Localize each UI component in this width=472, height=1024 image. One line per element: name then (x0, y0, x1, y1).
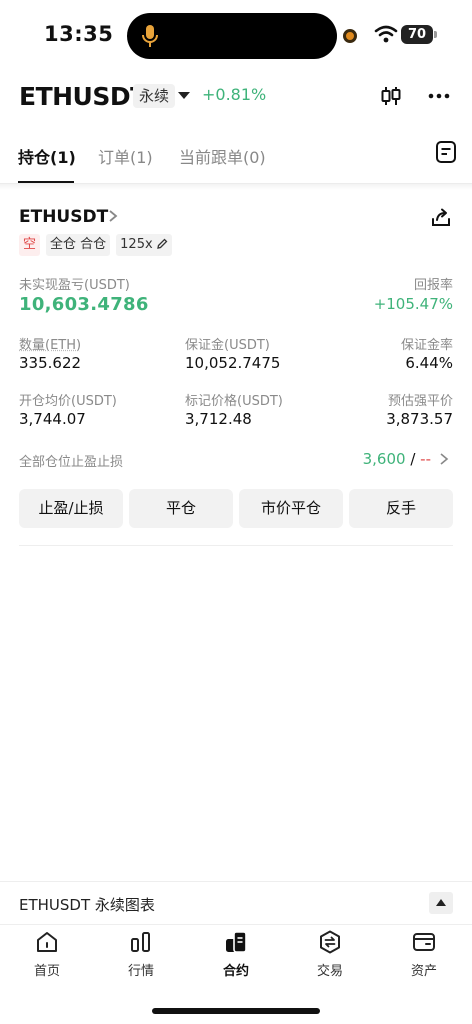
nav-trade[interactable]: 交易 (283, 929, 377, 985)
tpsl-button[interactable]: 止盈/止损 (19, 489, 123, 528)
tpsl-separator: / (405, 450, 421, 468)
candlestick-chart-icon[interactable] (379, 84, 403, 108)
leverage-value: 125x (120, 237, 153, 252)
position-tags: 空 全仓 合仓 125x (19, 234, 172, 256)
contract-type-tag[interactable]: 永续 (133, 84, 176, 108)
more-options-icon[interactable] (427, 84, 451, 108)
tab-copy-trades[interactable]: 当前跟单(0) (179, 144, 266, 168)
position-actions: 止盈/止损 平仓 市价平仓 反手 (19, 489, 453, 528)
chart-strip-label: ETHUSDT 永续图表 (19, 896, 155, 914)
status-time: 13:35 (44, 22, 114, 46)
entry-price-label: 开仓均价(USDT) (19, 394, 117, 409)
chevron-right-icon[interactable] (107, 209, 119, 223)
document-icon[interactable] (435, 140, 457, 164)
tab-positions[interactable]: 持仓(1) (18, 144, 76, 168)
roe-label: 回报率 (413, 278, 453, 293)
nav-market[interactable]: 行情 (94, 929, 188, 985)
nav-futures[interactable]: 合约 (189, 929, 283, 985)
wallet-icon (413, 933, 435, 951)
tpsl-label: 全部仓位止盈止损 (19, 455, 124, 470)
microphone-icon (142, 25, 158, 47)
market-icon (131, 932, 150, 952)
tp-value: 3,600 (362, 450, 406, 468)
battery-tip (434, 31, 437, 38)
quantity-value: 335.622 (19, 354, 82, 372)
market-close-button[interactable]: 市价平仓 (239, 489, 343, 528)
sl-value: -- (420, 450, 431, 468)
privacy-indicator-icon (343, 29, 357, 43)
position-symbol[interactable]: ETHUSDT (19, 207, 108, 227)
close-position-button[interactable]: 平仓 (129, 489, 233, 528)
entry-price-value: 3,744.07 (19, 410, 86, 428)
tab-orders[interactable]: 订单(1) (98, 144, 153, 168)
edit-icon[interactable] (156, 238, 168, 249)
side-tag: 空 (19, 234, 41, 256)
reverse-position-button[interactable]: 反手 (349, 489, 453, 528)
margin-ratio-label: 保证金率 (400, 338, 453, 353)
tabs-divider (0, 184, 472, 190)
share-icon[interactable] (430, 207, 452, 229)
leverage-tag[interactable]: 125x (116, 234, 172, 256)
trade-icon (320, 930, 340, 954)
bottom-nav: 首页 行情 合约 交易 资产 (0, 926, 472, 986)
home-icon (37, 932, 57, 952)
liquidation-price-label: 预估强平价 (387, 394, 453, 409)
nav-market-label: 行情 (127, 964, 154, 979)
header: ETHUSDT 永续 +0.81% (0, 72, 472, 122)
home-indicator[interactable] (152, 1008, 320, 1014)
battery-icon: 70 (401, 25, 433, 44)
margin-mode-tag: 全仓 合仓 (46, 234, 111, 256)
roe-value: +105.47% (373, 295, 453, 313)
position-card: ETHUSDT 空 全仓 合仓 125x 未实现盈亏(USDT) 回报率 10,… (19, 200, 453, 546)
margin-ratio-value: 6.44% (405, 354, 453, 372)
nav-futures-label: 合约 (222, 964, 249, 979)
wifi-icon (374, 25, 398, 43)
chevron-down-icon[interactable] (178, 92, 190, 99)
liquidation-price-value: 3,873.57 (386, 410, 453, 428)
expand-chart-icon[interactable] (429, 892, 453, 914)
price-change: +0.81% (202, 85, 267, 104)
unrealized-pnl-label: 未实现盈亏(USDT) (19, 278, 130, 293)
unrealized-pnl-value: 10,603.4786 (19, 294, 149, 315)
nav-trade-label: 交易 (316, 964, 343, 979)
active-tab-indicator (18, 181, 74, 183)
status-bar: 13:35 70 (0, 0, 472, 72)
position-tabs: 持仓(1) 订单(1) 当前跟单(0) (0, 132, 472, 184)
nav-home[interactable]: 首页 (0, 929, 94, 985)
mark-price-value: 3,712.48 (185, 410, 252, 428)
pair-title[interactable]: ETHUSDT (19, 82, 147, 111)
nav-assets[interactable]: 资产 (377, 929, 471, 985)
futures-icon (226, 931, 247, 953)
margin-label: 保证金(USDT) (185, 338, 270, 353)
chevron-right-icon[interactable] (439, 452, 449, 466)
margin-value: 10,052.7475 (185, 354, 281, 372)
mark-price-label: 标记价格(USDT) (185, 394, 283, 409)
nav-home-label: 首页 (33, 964, 60, 979)
dynamic-island (127, 13, 337, 59)
tpsl-value[interactable]: 3,600 / -- (363, 450, 431, 468)
chart-strip[interactable]: ETHUSDT 永续图表 (0, 881, 472, 925)
quantity-label[interactable]: 数量(ETH) (19, 334, 81, 353)
nav-assets-label: 资产 (410, 964, 437, 979)
